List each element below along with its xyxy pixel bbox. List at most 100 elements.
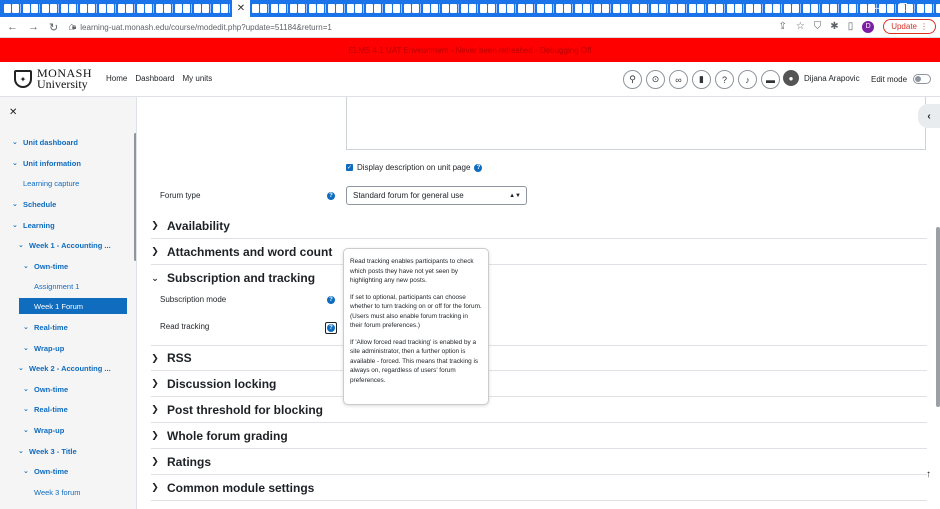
chevron-down-icon[interactable]: ⌄ <box>23 262 29 270</box>
shield-icon[interactable]: ⛉ <box>814 21 822 32</box>
section-title: Ratings <box>167 454 212 469</box>
course-index-label: Unit information <box>23 158 81 168</box>
course-index-item[interactable]: ⌄ Unit information <box>12 155 81 171</box>
browser-tab-strip[interactable]: ✕ + <box>0 0 940 17</box>
chevron-down-icon[interactable]: ⌄ <box>18 241 24 249</box>
course-index-item[interactable]: ⌄ Wrap-up <box>23 340 64 356</box>
popover-paragraph: If set to optional, participants can cho… <box>350 293 482 330</box>
course-index-item[interactable]: ⌄ Own-time <box>23 381 68 397</box>
description-editor[interactable] <box>346 97 926 150</box>
page-scrollbar[interactable] <box>936 227 940 407</box>
popover-paragraph: Read tracking enables participants to ch… <box>350 258 474 284</box>
active-tab-close-icon[interactable]: ✕ <box>232 0 250 17</box>
section-title: Post threshold for blocking <box>167 402 324 417</box>
course-index-item[interactable]: ⌄ Learning <box>12 217 55 233</box>
share-icon[interactable]: ⇪ <box>778 21 786 32</box>
section-ratings[interactable]: ❯ Ratings <box>151 449 927 475</box>
search-icon[interactable]: ⚲ <box>623 70 642 89</box>
course-index-item[interactable]: ⌄ Schedule <box>12 196 56 212</box>
book-icon[interactable]: ▮ <box>692 70 711 89</box>
section-post-threshold[interactable]: ❯ Post threshold for blocking <box>151 397 927 423</box>
window-close-icon[interactable]: ✕ <box>924 3 932 14</box>
back-to-top-icon[interactable]: ↑ <box>926 469 931 480</box>
chevron-right-icon: ❯ <box>151 220 159 230</box>
course-index-item[interactable]: ⌄ Own-time <box>23 463 68 479</box>
edit-mode-switch[interactable]: Edit mode <box>871 74 932 84</box>
bookmark-star-icon[interactable]: ☆ <box>796 21 805 32</box>
navbar-icon-group: ⚲ ⊙ ∞ ▮ ? ♪ ▬ <box>623 70 780 89</box>
course-index-item[interactable]: ⌄ Week 3 - Title <box>18 443 77 459</box>
display-description-option[interactable]: ✓ Display description on unit page ? <box>346 163 483 172</box>
read-tracking-help-button[interactable]: ? <box>325 322 337 334</box>
message-icon[interactable]: ▬ <box>761 70 780 89</box>
course-index-item[interactable]: ⌄ Week 1 - Accounting ... <box>18 237 111 253</box>
section-subscription-tracking[interactable]: ⌄ Subscription and tracking <box>151 265 927 291</box>
open-block-drawer-button[interactable]: ‹ <box>918 104 940 128</box>
url-text[interactable]: learning-uat.monash.edu/course/modedit.p… <box>80 23 332 32</box>
chevron-down-icon[interactable]: ⌄ <box>18 447 24 455</box>
environment-banner: ELMS 4.1 UAT Environment - Never been re… <box>0 38 940 62</box>
reload-icon[interactable]: ↻ <box>49 21 58 34</box>
profile-avatar[interactable]: D <box>862 20 875 33</box>
chevron-down-icon[interactable]: ⌄ <box>18 364 24 372</box>
help-icon[interactable]: ? <box>715 70 734 89</box>
section-availability[interactable]: ❯ Availability <box>151 213 927 239</box>
chevron-down-icon[interactable]: ⌄ <box>12 159 18 167</box>
help-icon[interactable]: ? <box>327 296 335 304</box>
tab-search-icon[interactable]: ⌄ <box>848 3 856 14</box>
edit-mode-label: Edit mode <box>871 74 908 84</box>
help-icon[interactable]: ? <box>474 163 483 172</box>
link-icon[interactable]: ∞ <box>669 70 688 89</box>
restore-icon[interactable]: ❐ <box>899 3 908 14</box>
section-title: Availability <box>167 218 230 233</box>
chevron-down-icon[interactable]: ⌄ <box>23 323 29 331</box>
edit-mode-toggle[interactable] <box>913 74 932 84</box>
logo-line2: University <box>37 77 88 91</box>
chevron-down-icon: ⌄ <box>151 272 159 283</box>
chevron-down-icon[interactable]: ⌄ <box>23 344 29 352</box>
search-forum-icon[interactable]: ⊙ <box>646 70 665 89</box>
chevron-down-icon[interactable]: ⌄ <box>12 221 18 229</box>
nav-home[interactable]: Home <box>106 74 127 83</box>
forum-type-select[interactable]: Standard forum for general use ▲▼ <box>346 186 527 205</box>
section-attachments[interactable]: ❯ Attachments and word count <box>151 239 927 265</box>
course-index-label: Own-time <box>34 466 69 476</box>
course-index-item[interactable]: Assignment 1 <box>34 278 79 294</box>
lock-icon[interactable]: 🔒︎ <box>72 22 76 32</box>
bell-icon[interactable]: ♪ <box>738 70 757 89</box>
sidepanel-icon[interactable]: ▯ <box>848 21 854 32</box>
course-index-item-selected[interactable]: Week 1 Forum <box>19 298 127 314</box>
section-rss[interactable]: ❯ RSS <box>151 345 927 371</box>
chevron-right-icon: ❯ <box>151 456 159 466</box>
section-discussion-locking[interactable]: ❯ Discussion locking <box>151 371 927 397</box>
course-index-item[interactable]: ⌄ Own-time <box>23 258 68 274</box>
chevron-down-icon[interactable]: ⌄ <box>12 200 18 208</box>
nav-my-units[interactable]: My units <box>182 74 212 83</box>
course-index-item[interactable]: ⌄ Wrap-up <box>23 422 64 438</box>
course-index-item[interactable]: Week 3 forum <box>34 484 81 500</box>
section-common-module-settings[interactable]: ❯ Common module settings <box>151 475 927 501</box>
section-whole-forum-grading[interactable]: ❯ Whole forum grading <box>151 423 927 449</box>
course-index-item[interactable]: ⌄ Unit dashboard <box>12 134 78 150</box>
forward-icon[interactable]: → <box>28 21 39 34</box>
minimize-icon[interactable]: — <box>873 3 883 14</box>
monash-logo[interactable]: ✦ MONASH University <box>14 67 92 91</box>
chevron-down-icon[interactable]: ⌄ <box>23 385 29 393</box>
course-index-item[interactable]: ⌄ Real-time <box>23 319 68 335</box>
course-index-item[interactable]: Learning capture <box>23 175 79 191</box>
extensions-icon[interactable]: ✱ <box>830 21 838 32</box>
chevron-down-icon[interactable]: ⌄ <box>23 467 29 475</box>
back-icon[interactable]: ← <box>7 21 18 34</box>
chevron-right-icon: ❯ <box>151 378 159 388</box>
checkbox-checked-icon[interactable]: ✓ <box>346 164 353 171</box>
nav-dashboard[interactable]: Dashboard <box>135 74 174 83</box>
update-button[interactable]: Update ⋮ <box>883 19 936 34</box>
help-icon[interactable]: ? <box>327 192 335 200</box>
course-index-item[interactable]: ⌄ Week 2 - Accounting ... <box>18 360 111 376</box>
close-drawer-icon[interactable]: ✕ <box>9 107 17 118</box>
chevron-down-icon[interactable]: ⌄ <box>23 426 29 434</box>
course-index-item[interactable]: ⌄ Real-time <box>23 401 68 417</box>
chevron-down-icon[interactable]: ⌄ <box>12 138 18 146</box>
chevron-down-icon[interactable]: ⌄ <box>23 405 29 413</box>
user-menu[interactable]: ● Dijana Arapovic <box>783 70 860 86</box>
